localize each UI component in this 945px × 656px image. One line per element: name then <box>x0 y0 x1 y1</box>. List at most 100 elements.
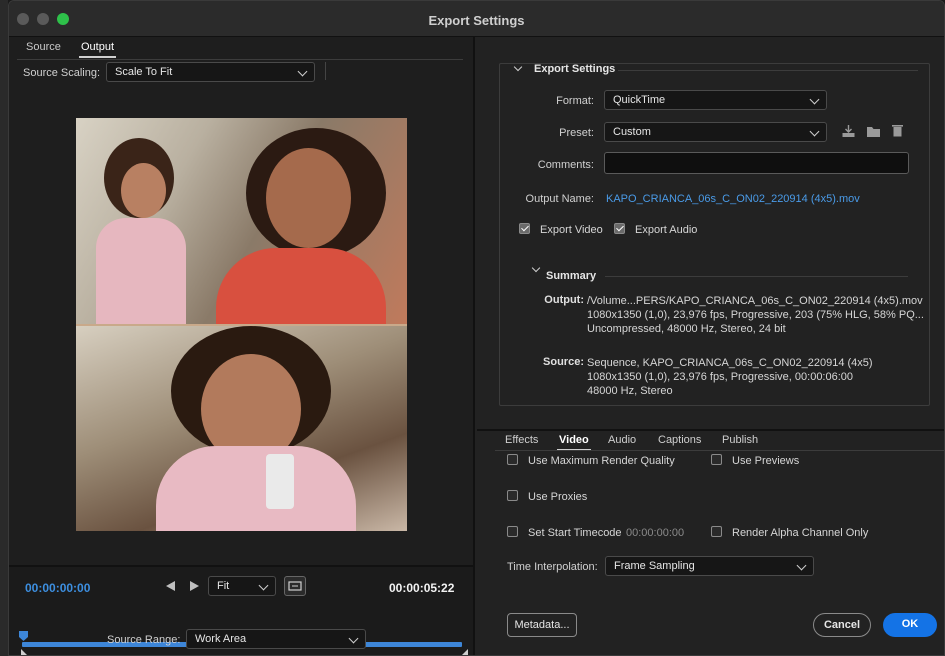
shirt-shape <box>216 248 386 324</box>
export-audio-checkbox[interactable] <box>614 223 625 234</box>
cancel-button[interactable]: Cancel <box>813 613 871 637</box>
shirt-shape <box>156 446 356 531</box>
summary-source-line: Sequence, KAPO_CRIANCA_06s_C_ON02_220914… <box>587 357 873 369</box>
step-forward-icon[interactable] <box>190 581 199 591</box>
title-bar: Export Settings <box>9 1 944 37</box>
summary-output-line: Uncompressed, 48000 Hz, Stereo, 24 bit <box>587 323 786 335</box>
chevron-down-icon <box>809 94 820 105</box>
chevron-down-icon <box>809 126 820 137</box>
format-label: Format: <box>556 95 594 107</box>
trash-icon[interactable] <box>890 123 905 137</box>
comments-input[interactable] <box>604 152 909 174</box>
output-name-label: Output Name: <box>525 193 594 205</box>
out-point-marker[interactable] <box>460 649 468 655</box>
chevron-down-icon <box>258 580 269 591</box>
tab-video[interactable]: Video <box>557 434 591 451</box>
summary-output-key: Output: <box>544 294 584 306</box>
format-dropdown[interactable]: QuickTime <box>604 90 827 110</box>
max-render-quality-checkbox[interactable] <box>507 454 518 465</box>
fit-value: Fit <box>217 580 230 592</box>
tabs-divider <box>495 450 944 451</box>
tab-captions[interactable]: Captions <box>658 434 701 446</box>
time-interpolation-value: Frame Sampling <box>614 560 695 572</box>
current-timecode[interactable]: 00:00:00:00 <box>25 581 90 595</box>
tab-source[interactable]: Source <box>26 41 61 53</box>
section-divider <box>618 70 918 71</box>
window-title: Export Settings <box>428 13 525 28</box>
preview-tabs: Source Output <box>9 37 473 59</box>
chevron-down-icon <box>348 633 359 644</box>
in-point-marker[interactable] <box>21 649 29 655</box>
time-interpolation-dropdown[interactable]: Frame Sampling <box>605 556 814 576</box>
ok-button[interactable]: OK <box>883 613 937 637</box>
metadata-button[interactable]: Metadata... <box>507 613 577 637</box>
summary-source-line: 1080x1350 (1,0), 23,976 fps, Progressive… <box>587 371 854 383</box>
tab-effects[interactable]: Effects <box>505 434 538 446</box>
background-window-strip <box>0 0 8 656</box>
comments-label: Comments: <box>537 159 594 171</box>
export-settings-window: Export Settings Source Output Source Sca… <box>8 0 945 656</box>
save-preset-icon[interactable] <box>841 124 856 138</box>
duration-timecode: 00:00:05:22 <box>389 581 455 595</box>
video-preview <box>76 118 407 531</box>
playhead-handle[interactable] <box>19 631 28 641</box>
summary-chevron-icon[interactable] <box>531 263 541 273</box>
tab-publish[interactable]: Publish <box>722 434 758 446</box>
source-range-dropdown[interactable]: Work Area <box>186 629 366 649</box>
summary-source-value: Sequence, KAPO_CRIANCA_06s_C_ON02_220914… <box>587 356 873 398</box>
tab-divider <box>17 59 463 60</box>
face-shape <box>121 163 166 218</box>
render-alpha-label: Render Alpha Channel Only <box>732 527 869 539</box>
preview-panel: Source Output Source Scaling: Scale To F… <box>9 37 475 655</box>
preview-frame-top <box>76 118 407 324</box>
export-video-checkbox[interactable] <box>519 223 530 234</box>
summary-source-key: Source: <box>543 356 584 368</box>
preset-value: Custom <box>613 126 651 138</box>
start-timecode-checkbox[interactable] <box>507 526 518 537</box>
export-settings-section: Export Settings Format: QuickTime Preset… <box>499 62 930 406</box>
max-render-quality-label: Use Maximum Render Quality <box>528 455 675 467</box>
face-shape <box>266 148 351 248</box>
start-timecode-label: Set Start Timecode <box>528 527 622 539</box>
shirt-shape <box>96 218 186 324</box>
summary-title: Summary <box>546 270 597 282</box>
start-timecode-value[interactable]: 00:00:00:00 <box>626 527 684 539</box>
summary-divider <box>605 276 908 277</box>
export-settings-title: Export Settings <box>534 63 616 75</box>
use-proxies-label: Use Proxies <box>528 491 588 503</box>
source-range-label: Source Range: <box>107 634 181 646</box>
step-back-icon[interactable] <box>166 581 175 591</box>
source-range-value: Work Area <box>195 633 247 645</box>
output-name-link[interactable]: KAPO_CRIANCA_06s_C_ON02_220914 (4x5).mov <box>606 193 860 205</box>
format-value: QuickTime <box>613 94 666 106</box>
toolbar-divider <box>325 62 326 80</box>
use-previews-label: Use Previews <box>732 455 800 467</box>
settings-tabs: Effects Video Audio Captions Publish <box>477 429 944 451</box>
tab-output[interactable]: Output <box>78 41 117 58</box>
summary-source-line: 48000 Hz, Stereo <box>587 385 673 397</box>
fit-dropdown[interactable]: Fit <box>208 576 276 596</box>
use-proxies-checkbox[interactable] <box>507 490 518 501</box>
aspect-toggle-button[interactable] <box>284 576 306 596</box>
settings-panel: Export Settings Format: QuickTime Preset… <box>477 37 944 655</box>
chevron-down-icon <box>796 560 807 571</box>
summary-output-line: /Volume...PERS/KAPO_CRIANCA_06s_C_ON02_2… <box>587 295 923 307</box>
export-video-label: Export Video <box>540 224 603 236</box>
preset-label: Preset: <box>559 127 594 139</box>
use-previews-checkbox[interactable] <box>711 454 722 465</box>
collapse-chevron-icon[interactable] <box>513 62 523 72</box>
source-scaling-label: Source Scaling: <box>23 67 101 79</box>
export-audio-label: Export Audio <box>635 224 698 236</box>
preview-frame-bottom <box>76 326 407 531</box>
preset-dropdown[interactable]: Custom <box>604 122 827 142</box>
chevron-down-icon <box>297 66 308 77</box>
tab-audio[interactable]: Audio <box>608 434 636 446</box>
render-alpha-checkbox[interactable] <box>711 526 722 537</box>
aspect-ratio-icon <box>288 581 302 591</box>
import-preset-icon[interactable] <box>866 124 881 138</box>
source-scaling-dropdown[interactable]: Scale To Fit <box>106 62 315 82</box>
summary-output-value: /Volume...PERS/KAPO_CRIANCA_06s_C_ON02_2… <box>587 294 924 336</box>
summary-output-line: 1080x1350 (1,0), 23,976 fps, Progressive… <box>587 309 924 321</box>
source-scaling-value: Scale To Fit <box>115 66 173 78</box>
time-interpolation-label: Time Interpolation: <box>507 561 598 573</box>
